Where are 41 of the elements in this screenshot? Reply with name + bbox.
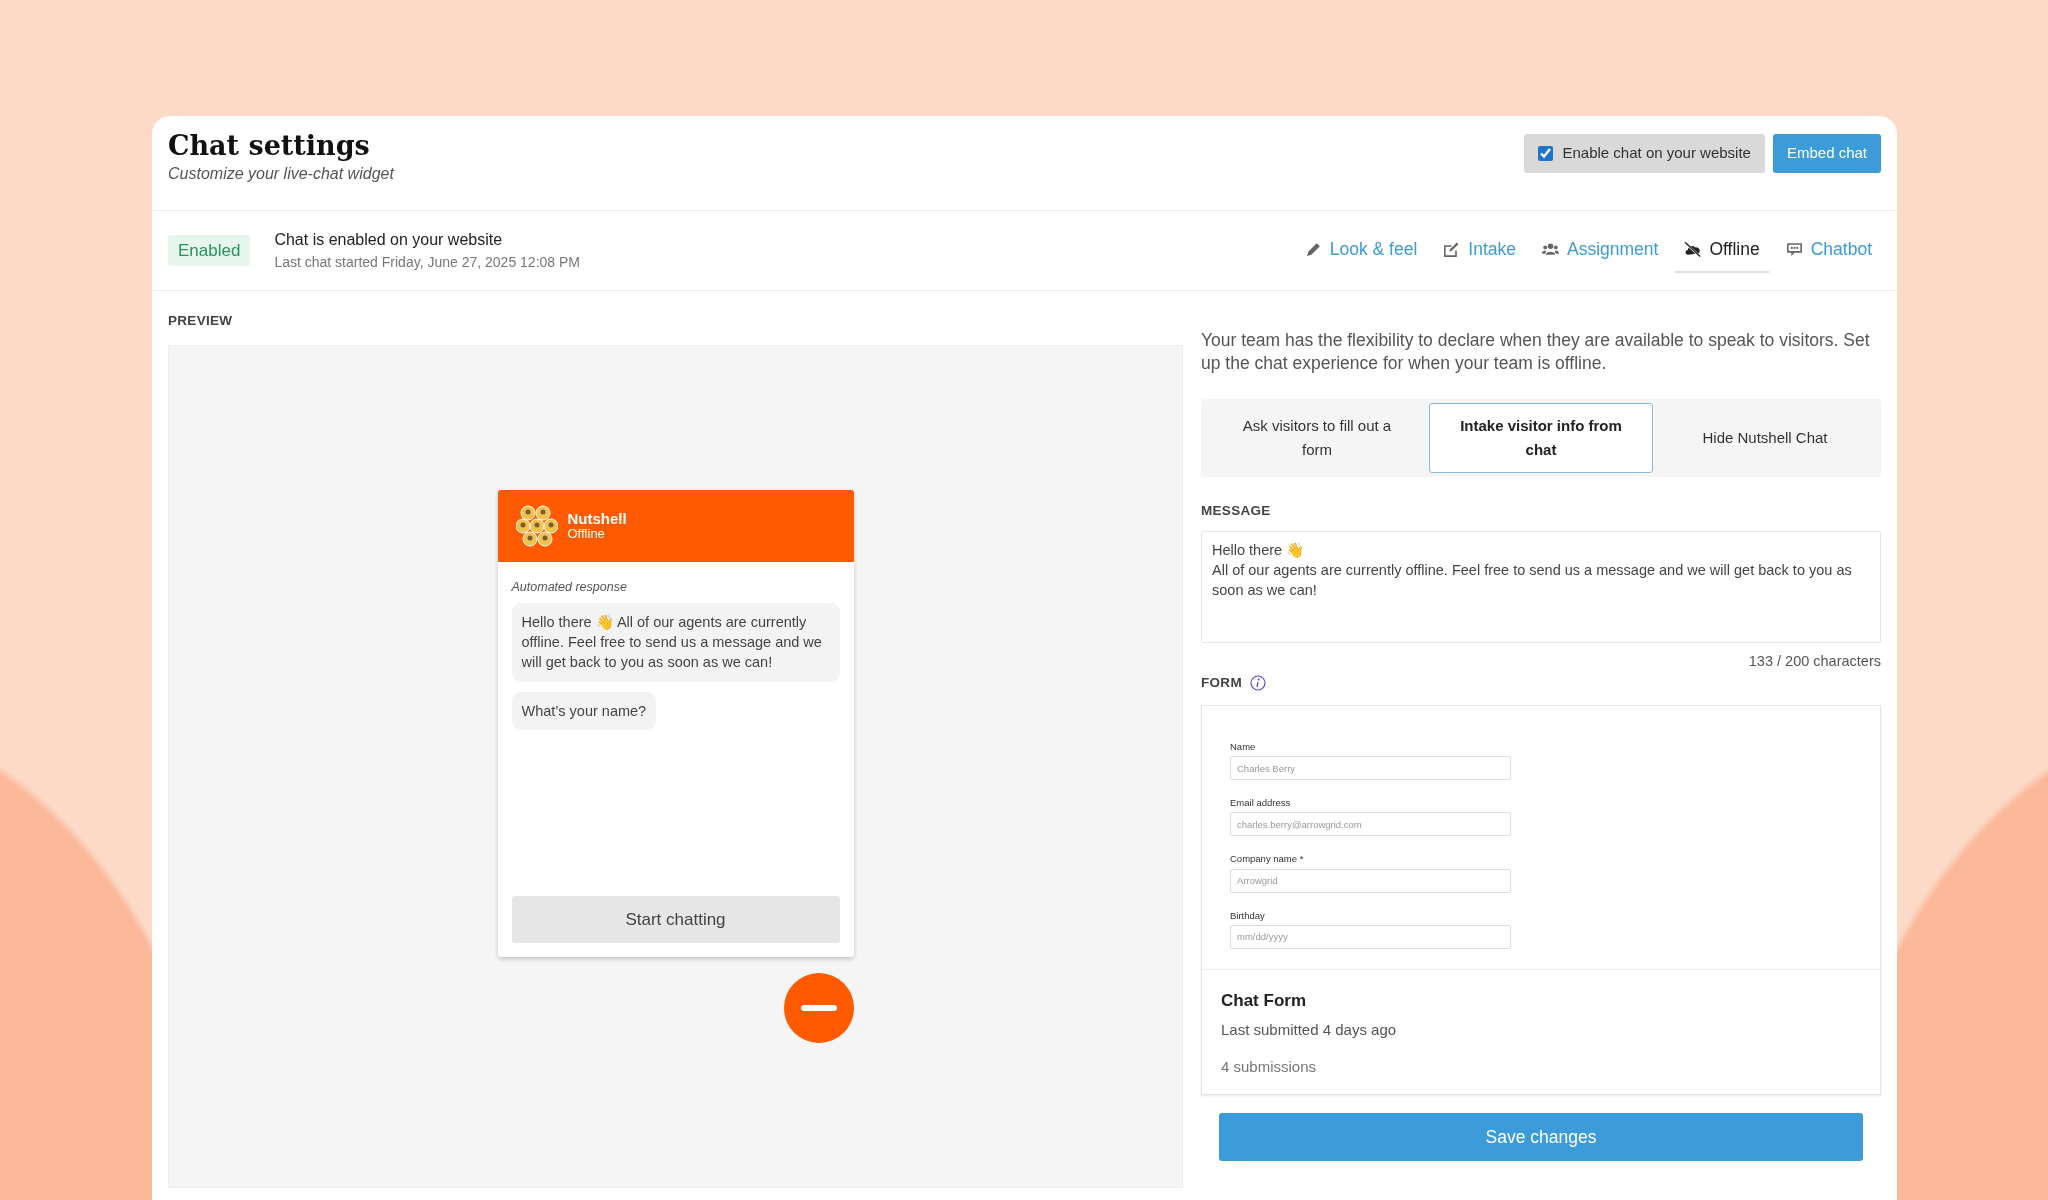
form-input-field[interactable]: charles.berry@arrowgrid.com	[1230, 812, 1511, 837]
chat-bubble: What’s your name?	[511, 691, 657, 731]
form-field-label: Name	[1230, 739, 1257, 754]
settings-tab[interactable]: Offline	[1675, 228, 1769, 273]
page-title: Chat settings	[168, 130, 371, 163]
status-message: Chat is enabled on your website	[274, 230, 504, 250]
chat-bubble: Hello there 👋 All of our agents are currently offline. Feel free to send us a message and we will get back to you as soon as we can!	[511, 602, 840, 682]
offline-option[interactable]: Ask visitors to fill out a form	[1205, 402, 1429, 473]
people-icon	[1542, 241, 1559, 258]
cloud-off-icon	[1684, 241, 1702, 258]
enable-chat-checkbox[interactable]: Enable chat on your website	[1523, 134, 1765, 173]
form-label: FORM	[1201, 673, 1242, 692]
offline-option[interactable]: Hide Nutshell Chat	[1653, 402, 1877, 473]
offline-option[interactable]: Intake visitor info from chat	[1429, 402, 1653, 473]
automated-response-label: Automated response	[511, 579, 628, 597]
chat-bubble-icon	[1785, 241, 1803, 258]
form-field-label: Birthday	[1230, 908, 1266, 923]
offline-description: Your team has the flexibility to declare when they are available to speak to visitors. Set up the chat experience for when your team is offline.	[1201, 329, 1871, 375]
widget-name: Nutshell	[567, 510, 627, 528]
form-field-label: Email address	[1230, 796, 1292, 810]
submissions-count: 4 submissions	[1221, 1056, 1318, 1077]
form-input-field[interactable]: mm/dd/yyyy	[1230, 924, 1511, 949]
pencil-icon	[1304, 241, 1322, 258]
status-badge: Enabled	[168, 234, 251, 267]
last-submitted-text: Last submitted 4 days ago	[1221, 1020, 1398, 1041]
page-subtitle: Customize your live-chat widget	[168, 164, 394, 185]
edit-icon	[1443, 241, 1461, 258]
form-input-field[interactable]: Charles Berry	[1230, 756, 1511, 780]
preview-label: PREVIEW	[168, 312, 234, 330]
form-input-field[interactable]: Arrowgrid	[1230, 868, 1511, 893]
info-icon[interactable]	[1249, 674, 1266, 691]
message-field[interactable]: Hello there 👋 All of our agents are currently offline. Feel free to send us a message and we will get back to you as soon as we can!	[1201, 530, 1881, 643]
team-avatars-icon	[515, 505, 558, 548]
widget-status: Offline	[567, 527, 606, 542]
message-label: MESSAGE	[1201, 501, 1272, 520]
form-title: Chat Form	[1221, 989, 1307, 1012]
start-chatting-button[interactable]: Start chatting	[511, 896, 840, 944]
last-chat-text: Last chat started Friday, June 27, 2025 12:08 PM	[274, 253, 580, 272]
checkbox[interactable]	[1537, 145, 1553, 161]
character-count: 133 / 200 characters	[1747, 651, 1881, 671]
form-field-label: Company name *	[1230, 852, 1305, 867]
